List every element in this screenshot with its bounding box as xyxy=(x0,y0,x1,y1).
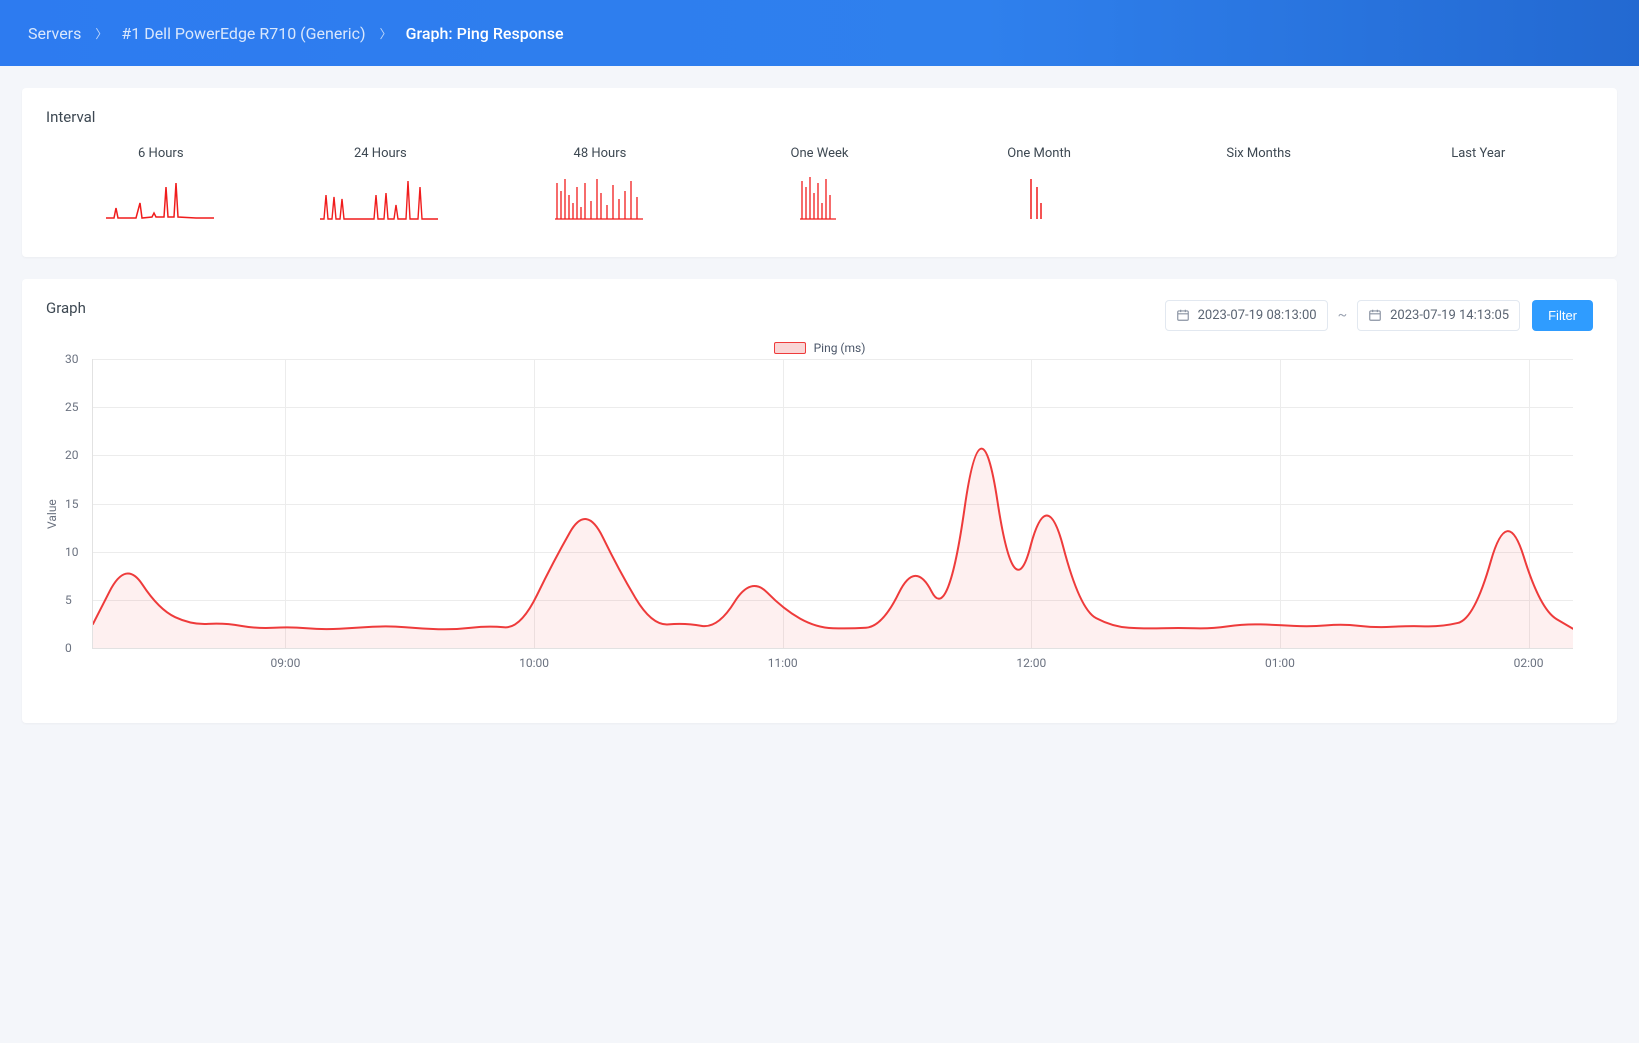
graph-title: Graph xyxy=(46,299,86,317)
interval-6hours[interactable]: 6 Hours xyxy=(56,146,266,229)
interval-sixmonths[interactable]: Six Months xyxy=(1154,146,1364,229)
breadcrumb-servers[interactable]: Servers xyxy=(28,24,81,43)
interval-lastyear[interactable]: Last Year xyxy=(1373,146,1583,229)
chart-plot-area[interactable]: 05101520253009:0010:0011:0012:0001:0002:… xyxy=(92,359,1573,649)
calendar-icon xyxy=(1176,308,1190,322)
interval-label: One Week xyxy=(715,146,925,161)
interval-label: 48 Hours xyxy=(495,146,705,161)
y-tick: 30 xyxy=(65,352,79,366)
sparkline-6hours xyxy=(56,173,266,229)
interval-card: Interval 6 Hours 24 Hours 48 H xyxy=(22,88,1617,257)
interval-24hours[interactable]: 24 Hours xyxy=(276,146,486,229)
interval-label: Last Year xyxy=(1373,146,1583,161)
x-tick: 10:00 xyxy=(519,656,549,670)
chevron-right-icon: 〉 xyxy=(95,25,107,42)
interval-label: 6 Hours xyxy=(56,146,266,161)
graph-controls: 2023-07-19 08:13:00 ~ 2023-07-19 14:13:0… xyxy=(1165,300,1593,331)
sparkline-lastyear xyxy=(1373,173,1583,229)
x-tick: 12:00 xyxy=(1016,656,1046,670)
interval-48hours[interactable]: 48 Hours xyxy=(495,146,705,229)
x-tick: 11:00 xyxy=(768,656,798,670)
sparkline-oneweek xyxy=(715,173,925,229)
x-tick: 09:00 xyxy=(270,656,300,670)
breadcrumb-current: Graph: Ping Response xyxy=(406,24,564,43)
sparkline-onemonth xyxy=(934,173,1144,229)
y-tick: 25 xyxy=(65,400,79,414)
x-tick: 01:00 xyxy=(1265,656,1295,670)
filter-button[interactable]: Filter xyxy=(1532,300,1593,331)
date-from-input[interactable]: 2023-07-19 08:13:00 xyxy=(1165,300,1328,331)
date-to-value: 2023-07-19 14:13:05 xyxy=(1390,308,1509,323)
date-from-value: 2023-07-19 08:13:00 xyxy=(1198,308,1317,323)
interval-label: Six Months xyxy=(1154,146,1364,161)
breadcrumb: Servers 〉 #1 Dell PowerEdge R710 (Generi… xyxy=(28,24,564,43)
x-tick: 02:00 xyxy=(1514,656,1544,670)
chevron-right-icon: 〉 xyxy=(380,25,392,42)
y-tick: 10 xyxy=(65,545,79,559)
interval-label: One Month xyxy=(934,146,1144,161)
date-range-separator: ~ xyxy=(1338,307,1348,323)
graph-card: Graph 2023-07-19 08:13:00 ~ 2023-07-19 1… xyxy=(22,279,1617,723)
legend-label: Ping (ms) xyxy=(814,341,866,355)
chart-legend: Ping (ms) xyxy=(46,341,1593,355)
y-tick: 20 xyxy=(65,448,79,462)
sparkline-48hours xyxy=(495,173,705,229)
y-tick: 15 xyxy=(65,497,79,511)
interval-title: Interval xyxy=(46,108,1593,126)
page-body: Interval 6 Hours 24 Hours 48 H xyxy=(0,66,1639,767)
sparkline-sixmonths xyxy=(1154,173,1364,229)
chart: Value 05101520253009:0010:0011:0012:0001… xyxy=(46,359,1593,699)
breadcrumb-server-detail[interactable]: #1 Dell PowerEdge R710 (Generic) xyxy=(121,24,365,43)
interval-onemonth[interactable]: One Month xyxy=(934,146,1144,229)
y-tick: 0 xyxy=(65,641,72,655)
calendar-icon xyxy=(1368,308,1382,322)
legend-swatch xyxy=(774,342,806,354)
y-axis-label: Value xyxy=(45,499,59,529)
topbar: Servers 〉 #1 Dell PowerEdge R710 (Generi… xyxy=(0,0,1639,66)
sparkline-24hours xyxy=(276,173,486,229)
interval-oneweek[interactable]: One Week xyxy=(715,146,925,229)
date-to-input[interactable]: 2023-07-19 14:13:05 xyxy=(1357,300,1520,331)
interval-list: 6 Hours 24 Hours 48 Hours xyxy=(46,140,1593,233)
interval-label: 24 Hours xyxy=(276,146,486,161)
y-tick: 5 xyxy=(65,593,72,607)
